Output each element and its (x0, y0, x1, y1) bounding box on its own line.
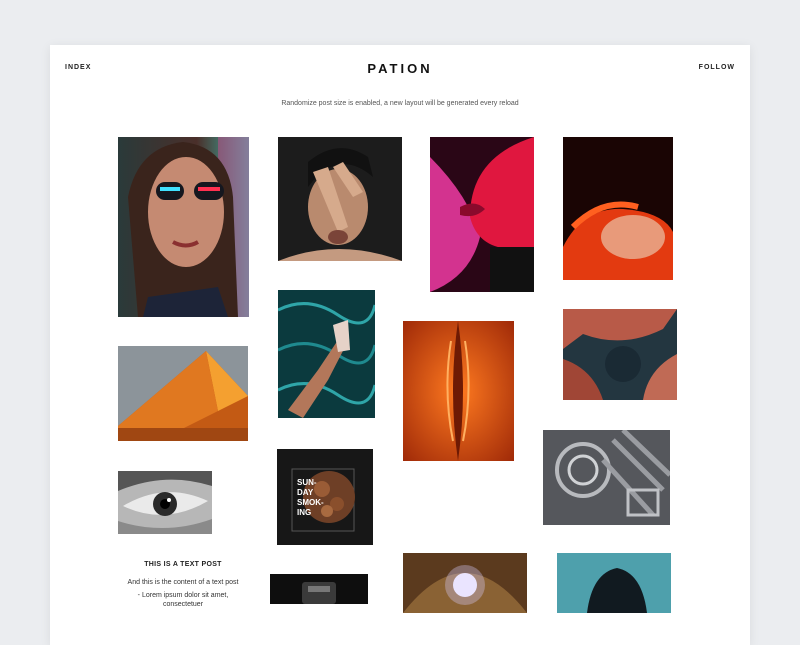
overlay-text-line: SMOK- (297, 498, 324, 507)
post-kiss-neon[interactable] (430, 137, 534, 292)
post-ornate-ceiling[interactable] (543, 430, 670, 525)
post-portrait-sunglasses[interactable] (118, 137, 249, 317)
post-coral-foliage[interactable] (563, 309, 677, 400)
post-sunday-smoking-box[interactable]: SUN- DAY SMOK- ING (277, 449, 373, 545)
layout-notice: Randomize post size is enabled, a new la… (281, 100, 519, 107)
text-post-line: - Lorem ipsum dolor sit amet, consectetu… (137, 592, 229, 608)
post-orange-pyramid[interactable] (118, 346, 248, 441)
post-eye-closeup[interactable] (118, 471, 212, 534)
post-dome-light[interactable] (403, 553, 527, 613)
overlay-text-line: DAY (297, 488, 314, 497)
post-hands-in-water[interactable] (278, 290, 375, 418)
text-post[interactable]: THIS IS A TEXT POST And this is the cont… (118, 561, 248, 613)
page-card: INDEX PATION FOLLOW Randomize post size … (50, 45, 750, 645)
text-post-line: And this is the content of a text post (127, 579, 239, 586)
overlay-text-line: SUN- (297, 478, 317, 487)
post-hand-gesture-portrait[interactable] (278, 137, 402, 261)
overlay-text-line: ING (297, 508, 311, 517)
post-orange-abstract[interactable] (403, 321, 514, 461)
post-teal-silhouette[interactable] (557, 553, 671, 613)
post-red-hair-portrait[interactable] (563, 137, 673, 280)
site-title[interactable]: PATION (50, 61, 750, 76)
text-post-title[interactable]: THIS IS A TEXT POST (118, 561, 248, 568)
nav-follow-link[interactable]: FOLLOW (699, 64, 735, 71)
